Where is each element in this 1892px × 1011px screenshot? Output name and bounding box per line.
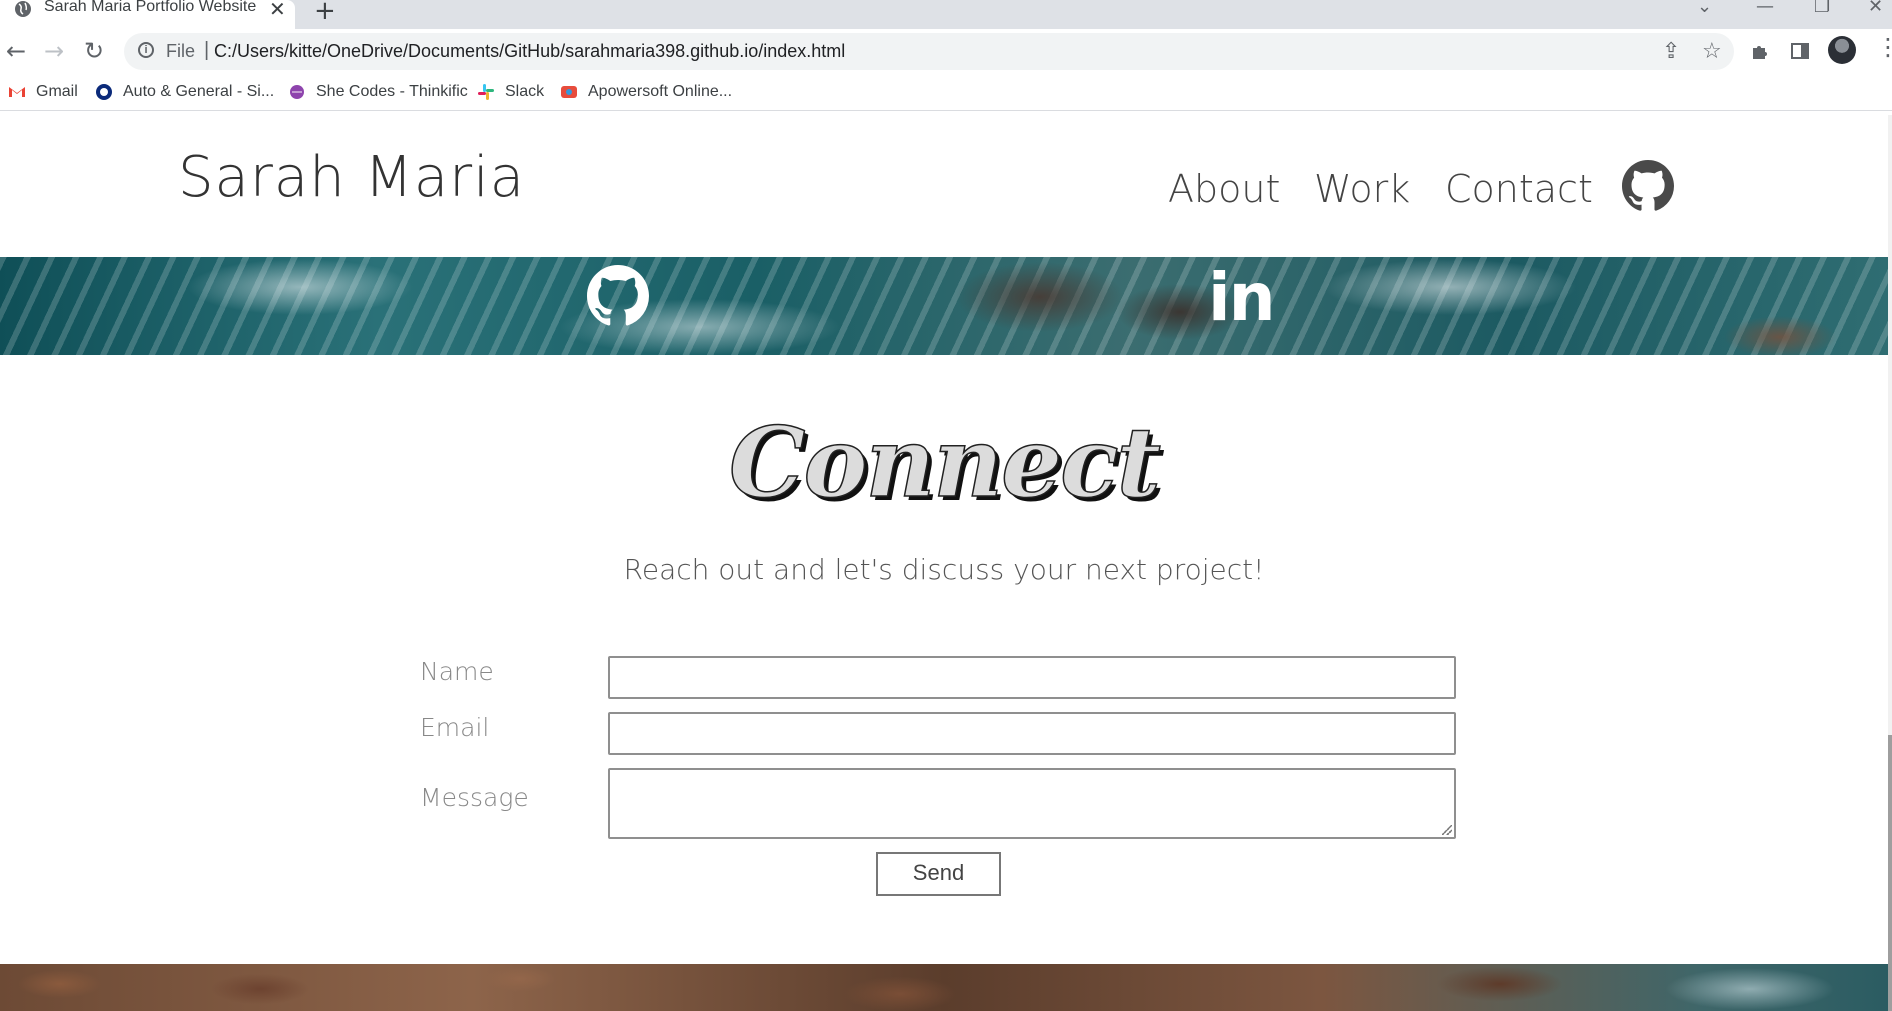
bookmark-gmail[interactable]: Gmail [8,82,78,102]
linkedin-icon[interactable]: in [1208,259,1276,336]
apowersoft-icon [561,86,577,98]
contact-title: Connect [728,405,1161,520]
profile-avatar[interactable] [1828,36,1856,64]
message-field[interactable] [608,768,1456,839]
side-panel-icon[interactable] [1790,41,1810,61]
nav-work-link[interactable]: Work [1314,167,1410,211]
footer-banner [0,964,1888,1011]
tab-strip: Sarah Maria Portfolio Website ✕ + ⌄ — ❐ … [0,0,1892,29]
bookmark-auto-general[interactable]: Auto & General - Si... [95,82,274,102]
shecodes-icon [290,85,304,99]
bookmark-label: Auto & General - Si... [123,83,275,100]
bookmarks-bar: Gmail Auto & General - Si... She Codes -… [0,74,1892,111]
github-icon[interactable] [587,265,649,327]
browser-toolbar: ← → ↻ i File | C:/Users/kitte/OneDrive/D… [0,29,1892,74]
url-scheme: File [166,41,196,61]
close-window-button[interactable]: ✕ [1868,0,1883,17]
menu-icon[interactable]: ⋮ [1876,33,1892,61]
nav-about-link[interactable]: About [1168,167,1280,211]
slack-icon [478,84,494,100]
send-button[interactable]: Send [876,852,1001,896]
message-label: Message [420,783,529,812]
resize-handle-icon[interactable] [1442,825,1452,835]
page-viewport: Sarah Maria About Work Contact in Connec… [0,115,1888,1011]
globe-icon [15,1,31,17]
minimize-button[interactable]: — [1756,0,1774,17]
name-label: Name [420,657,494,686]
tab-title: Sarah Maria Portfolio Website [44,0,257,15]
address-bar[interactable]: i File | C:/Users/kitte/OneDrive/Documen… [124,33,1734,70]
bookmark-label: She Codes - Thinkific [316,83,468,100]
forward-icon[interactable]: → [44,37,64,65]
email-field[interactable] [608,712,1456,755]
bookmark-apowersoft[interactable]: Apowersoft Online... [560,82,732,102]
bookmark-label: Slack [505,83,545,100]
nav-contact-link[interactable]: Contact [1445,167,1593,211]
bookmark-slack[interactable]: Slack [477,82,544,102]
scrollbar-thumb[interactable] [1888,735,1892,1011]
back-icon[interactable]: ← [6,37,26,65]
bookmark-shecodes[interactable]: She Codes - Thinkific [288,82,468,102]
url-separator: | [204,39,210,61]
bookmark-star-icon[interactable]: ☆ [1702,39,1722,64]
social-banner: in [0,257,1888,355]
share-icon[interactable]: ⇪ [1662,39,1680,64]
auto-general-icon [96,84,112,100]
bookmark-label: Apowersoft Online... [588,83,733,100]
github-icon[interactable] [1622,160,1674,212]
site-brand[interactable]: Sarah Maria [178,145,525,210]
email-label: Email [420,713,490,742]
gmail-icon [9,87,25,97]
tab-search-icon[interactable]: ⌄ [1697,0,1712,17]
bookmark-label: Gmail [36,83,78,100]
restore-button[interactable]: ❐ [1814,0,1830,17]
browser-tab[interactable]: Sarah Maria Portfolio Website ✕ [0,0,295,29]
close-tab-icon[interactable]: ✕ [269,0,286,21]
reload-icon[interactable]: ↻ [84,37,104,65]
site-info-icon[interactable]: i [138,42,154,58]
new-tab-button[interactable]: + [314,0,336,26]
name-field[interactable] [608,656,1456,699]
extensions-icon[interactable] [1750,41,1770,61]
contact-subtitle: Reach out and let's discuss your next pr… [623,553,1265,586]
url-text[interactable]: C:/Users/kitte/OneDrive/Documents/GitHub… [214,41,845,62]
